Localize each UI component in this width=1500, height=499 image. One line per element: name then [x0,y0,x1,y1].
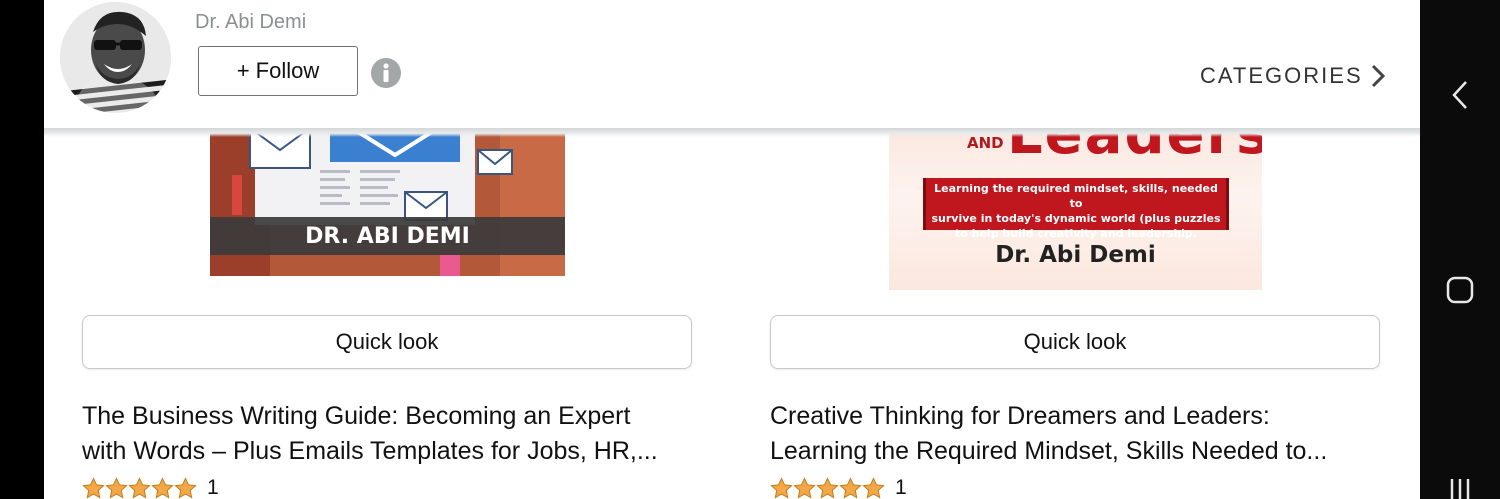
header-divider [44,128,1420,137]
rating-2[interactable]: 1 [770,476,907,499]
rating-1[interactable]: 1 [82,476,219,499]
author-avatar[interactable] [60,2,171,113]
rating-count-1: 1 [207,476,219,499]
categories-link[interactable]: CATEGORIES [1200,60,1385,92]
nav-home-icon[interactable] [1440,270,1480,310]
book-cover-2-subtitle-box: Learning the required mindset, skills, n… [923,178,1229,240]
author-name[interactable]: Dr. Abi Demi [195,11,306,34]
book-cover-2-subtitle-line2: survive in today's dynamic world (plus p… [931,212,1221,225]
star-rating-2 [770,476,885,499]
chevron-right-icon [1371,64,1385,88]
book-title-2[interactable]: Creative Thinking for Dreamers and Leade… [770,399,1370,469]
book-cover-1[interactable]: DR. ABI DEMI [210,120,565,276]
book-cover-2-subtitle-line3: to help build creativity and leadership. [955,227,1197,240]
book-cover-1-art [210,120,565,276]
system-nav-bar [1420,0,1500,499]
book-cover-1-author: DR. ABI DEMI [305,224,470,249]
info-icon[interactable] [371,58,401,88]
star-icon [82,476,105,499]
book-title-1[interactable]: The Business Writing Guide: Becoming an … [82,399,682,469]
book-title-2-line2: Learning the Required Mindset, Skills Ne… [770,437,1328,465]
star-icon [816,476,839,499]
quick-look-button-2[interactable]: Quick look [770,315,1380,369]
book-cover-2-author: Dr. Abi Demi [995,242,1156,268]
book-cover-2-subtitle-line1: Learning the required mindset, skills, n… [934,182,1218,210]
star-icon [862,476,885,499]
star-icon [151,476,174,499]
left-screen-edge [0,0,44,499]
star-icon [128,476,151,499]
nav-recents-icon[interactable] [1440,466,1480,499]
rating-count-2: 1 [895,476,907,499]
quick-look-button-1[interactable]: Quick look [82,315,692,369]
app-screen: DR. ABI DEMI AND Leaders Learning the re… [44,0,1420,499]
star-rating-1 [82,476,197,499]
book-title-1-line1: The Business Writing Guide: Becoming an … [82,402,631,430]
follow-button[interactable]: + Follow [198,46,358,96]
star-icon [770,476,793,499]
star-icon [105,476,128,499]
author-photo [60,2,171,113]
star-icon [174,476,197,499]
star-icon [839,476,862,499]
nav-back-icon[interactable] [1440,75,1480,115]
book-cover-2[interactable]: AND Leaders Learning the required mindse… [889,120,1262,290]
info-icon-glyph [371,58,401,88]
book-title-1-line2: with Words – Plus Emails Templates for J… [82,437,658,465]
author-header: Dr. Abi Demi + Follow CATEGORIES [44,0,1420,128]
book-title-2-line1: Creative Thinking for Dreamers and Leade… [770,402,1270,430]
categories-label: CATEGORIES [1200,63,1363,88]
star-icon [793,476,816,499]
